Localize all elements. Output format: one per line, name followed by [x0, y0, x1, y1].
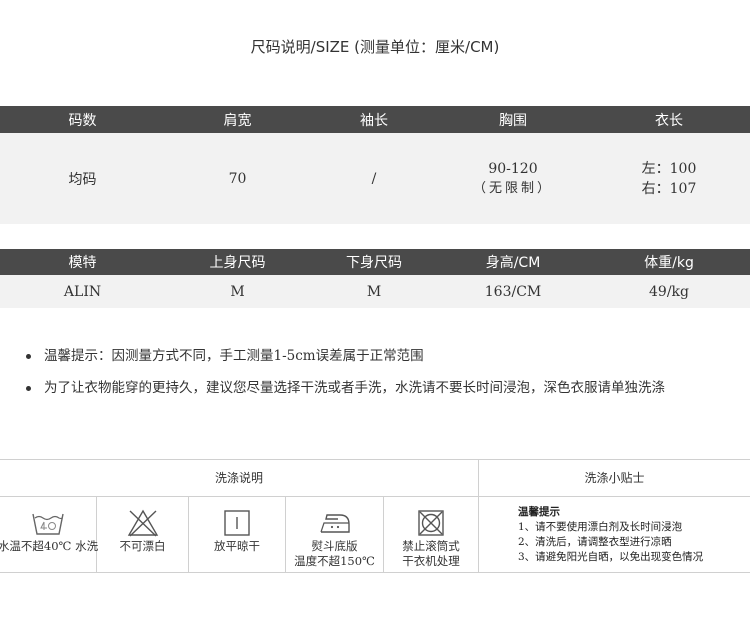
tip-item: 1、请不要使用漂白剂及长时间浸泡 — [518, 521, 683, 533]
cell-length: 左：100 右：107 — [588, 133, 750, 224]
wash-label: 禁止滚筒式 — [402, 539, 460, 553]
wash-label: 温度不超150℃ — [294, 554, 375, 568]
model-table-header: 模特 上身尺码 下身尺码 身高/CM 体重/kg — [0, 249, 750, 275]
tip-item: 2、清洗后，请调整衣型进行凉晒 — [518, 536, 672, 548]
page-title: 尺码说明/SIZE (测量单位：厘米/CM) — [250, 38, 500, 56]
note-item: 温馨提示：因测量方式不同，手工测量1-5cm误差属于正常范围 — [24, 340, 744, 372]
wash-symbol: 水温不超40℃ 水洗 — [0, 497, 99, 573]
header-sleeve: 袖长 — [360, 112, 388, 129]
size-table-row: 均码 70 / 90-120 （无限制） 左：100 右：107 — [0, 133, 750, 224]
wash-section: 洗涤说明 洗涤小贴士 水温不超40℃ 水洗 不可漂白 放平晾干 熨斗底版 温度不… — [0, 459, 750, 573]
header-weight: 体重/kg — [644, 255, 694, 271]
cell-model: ALIN — [63, 283, 102, 300]
cell-shoulder: 70 — [228, 170, 247, 187]
wash-header-right: 洗涤小贴士 — [584, 471, 645, 485]
wash-label: 干衣机处理 — [402, 554, 460, 568]
length-left: 左：100 — [641, 160, 697, 177]
header-chest: 胸围 — [499, 112, 527, 129]
cell-top-size: M — [230, 283, 245, 300]
size-table-header: 码数 肩宽 袖长 胸围 衣长 — [0, 106, 750, 133]
wash-tips: 温馨提示 1、请不要使用漂白剂及长时间浸泡 2、清洗后，请调整衣型进行凉晒 3、… — [518, 505, 703, 565]
length-right: 右：107 — [641, 180, 697, 197]
wash-label: 放平晾干 — [214, 539, 260, 553]
no-tumble-dry-icon — [416, 507, 446, 539]
cell-bottom-size: M — [366, 283, 382, 300]
wash-symbol: 熨斗底版 温度不超150℃ — [286, 497, 383, 573]
cell-height: 163/CM — [484, 283, 542, 300]
wash-symbol: 不可漂白 — [97, 497, 188, 573]
header-top-size: 上身尺码 — [209, 255, 266, 271]
dry-flat-icon — [222, 507, 252, 539]
wash-40-icon — [30, 507, 66, 539]
wash-label: 不可漂白 — [119, 539, 166, 553]
header-model: 模特 — [68, 255, 97, 271]
no-bleach-icon — [127, 507, 159, 539]
tip-item: 3、请避免阳光自晒，以免出现变色情况 — [518, 551, 704, 563]
tips-title: 温馨提示 — [518, 506, 560, 518]
header-length: 衣长 — [655, 112, 683, 129]
wash-label: 水温不超40℃ 水洗 — [0, 539, 99, 553]
wash-symbol: 放平晾干 — [189, 497, 285, 573]
cell-weight: 49/kg — [649, 283, 689, 300]
chest-note: （无限制） — [472, 180, 553, 196]
cell-chest: 90-120 （无限制） — [438, 133, 588, 224]
iron-icon — [318, 507, 352, 539]
wash-label: 熨斗底版 — [311, 539, 358, 553]
notes-list: 温馨提示：因测量方式不同，手工测量1-5cm误差属于正常范围 为了让衣物能穿的更… — [24, 340, 744, 404]
header-bottom-size: 下身尺码 — [346, 255, 402, 271]
header-size: 码数 — [68, 112, 97, 129]
cell-sleeve: / — [371, 170, 377, 187]
model-table-row: ALIN M M 163/CM 49/kg — [0, 275, 750, 308]
wash-symbol: 禁止滚筒式 干衣机处理 — [384, 497, 478, 573]
cell-size: 均码 — [68, 171, 97, 188]
chest-range: 90-120 — [488, 160, 538, 177]
note-item: 为了让衣物能穿的更持久，建议您尽量选择干洗或者手洗，水洗请不要长时间浸泡，深色衣… — [24, 372, 744, 404]
header-height: 身高/CM — [485, 255, 541, 271]
header-shoulder: 肩宽 — [223, 112, 252, 129]
wash-header-left: 洗涤说明 — [214, 471, 263, 485]
